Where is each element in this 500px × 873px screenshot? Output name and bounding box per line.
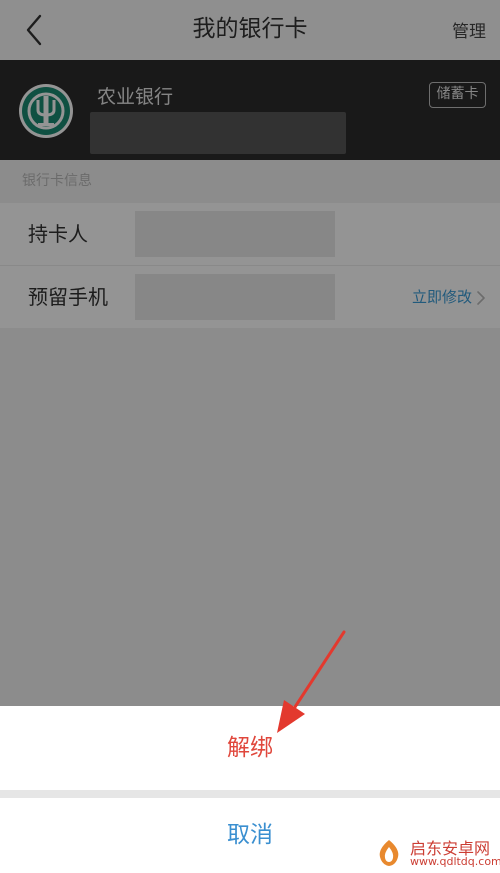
unbind-button[interactable]: 解绑 [0, 706, 500, 790]
bank-card-detail-page: 我的银行卡 管理 农业银行 储蓄卡 银行卡信息 持卡人 预留手机 立即修改 解绑 [0, 0, 500, 873]
watermark-url: www.qdltdq.com [410, 855, 500, 868]
sheet-divider [0, 790, 500, 798]
site-watermark: 启东安卓网 www.qdltdq.com [372, 834, 500, 873]
watermark-logo-icon [373, 837, 405, 869]
